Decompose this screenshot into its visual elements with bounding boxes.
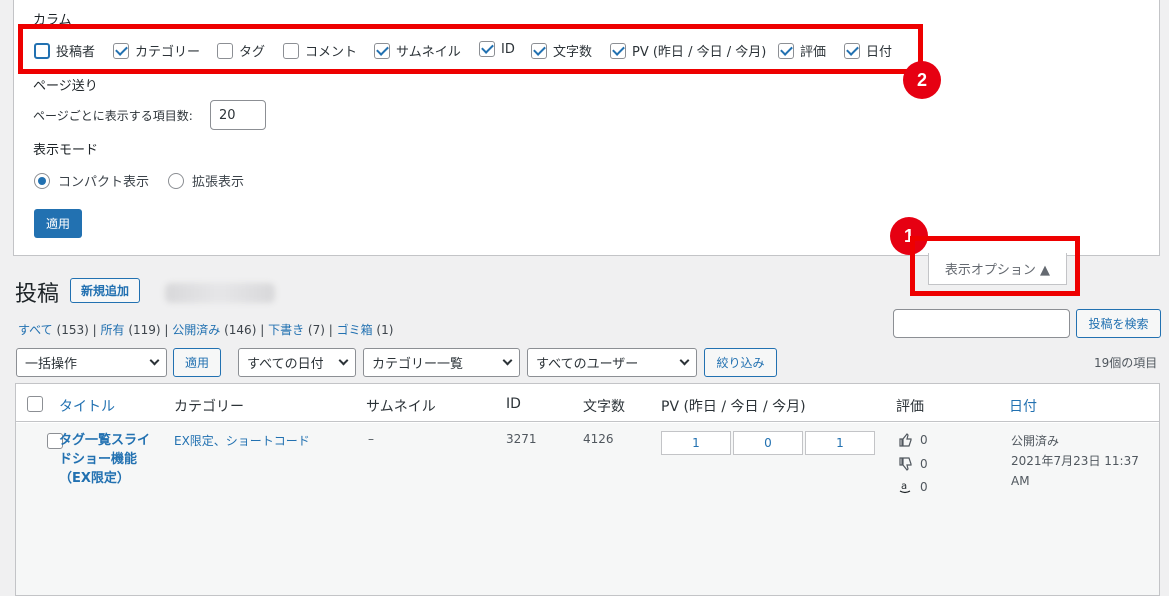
header-thumbnail: サムネイル	[366, 399, 436, 415]
header-date[interactable]: 日付	[1009, 396, 1037, 416]
item-count: 19個の項目	[1094, 356, 1158, 370]
view-mode-label: 表示モード	[33, 143, 99, 158]
radio-compact[interactable]	[34, 172, 50, 189]
pv-yesterday: 1	[661, 431, 731, 455]
screen-options-apply-button[interactable]: 適用	[34, 209, 82, 238]
search-input[interactable]	[893, 309, 1070, 338]
per-page-label: ページごとに表示する項目数:	[33, 109, 193, 123]
row-chars: 4126	[583, 432, 614, 446]
header-chars: 文字数	[583, 399, 625, 415]
chevron-down-icon	[338, 355, 349, 366]
row-date-value: 2021年7月23日 11:37 AM	[1011, 454, 1139, 488]
row-status: 公開済み	[1011, 434, 1060, 448]
posts-table: タイトル カテゴリー サムネイル ID 文字数 PV (昨日 / 今日 / 今月…	[15, 383, 1160, 596]
filter-draft[interactable]: 下書き	[268, 323, 304, 337]
pv-today: 0	[733, 431, 803, 455]
row-id: 3271	[506, 432, 537, 446]
filter-published[interactable]: 公開済み	[172, 323, 220, 337]
chevron-down-icon	[149, 355, 160, 366]
pagination-label: ページ送り	[33, 79, 98, 94]
rating-amazon: a 0	[898, 480, 928, 494]
row-thumbnail: –	[368, 432, 374, 446]
view-mode-compact[interactable]: コンパクト表示	[34, 171, 149, 190]
annotation-box-columns	[18, 24, 923, 74]
filter-trash[interactable]: ゴミ箱	[337, 323, 373, 337]
svg-text:a: a	[901, 481, 907, 492]
rating-likes: 0	[898, 433, 928, 447]
select-all-checkbox[interactable]	[27, 396, 43, 412]
bulk-action-select[interactable]: 一括操作	[16, 348, 167, 377]
radio-extended[interactable]	[168, 172, 184, 189]
search-posts-button[interactable]: 投稿を検索	[1076, 309, 1161, 338]
filter-all[interactable]: すべて	[18, 323, 53, 337]
row-title-link[interactable]: タグ一覧スライドショー機能（EX限定）	[59, 431, 159, 488]
row-date: 公開済み 2021年7月23日 11:37 AM	[1011, 431, 1151, 491]
blurred-notice	[165, 283, 275, 303]
header-rating: 評価	[896, 399, 924, 415]
per-page-input[interactable]: 20	[210, 100, 266, 130]
header-category: カテゴリー	[174, 399, 244, 415]
date-filter-select[interactable]: すべての日付	[238, 348, 356, 377]
pv-month: 1	[805, 431, 875, 455]
screen-options-toggle-button[interactable]: 表示オプション ▲	[928, 253, 1067, 285]
chevron-down-icon	[679, 355, 690, 366]
filter-mine[interactable]: 所有	[100, 323, 124, 337]
user-filter-select[interactable]: すべてのユーザー	[527, 348, 697, 377]
add-new-button[interactable]: 新規追加	[70, 278, 140, 303]
category-filter-select[interactable]: カテゴリー一覧	[363, 348, 520, 377]
header-pv: PV (昨日 / 今日 / 今月)	[661, 399, 806, 415]
header-title[interactable]: タイトル	[59, 396, 115, 416]
view-mode-extended[interactable]: 拡張表示	[168, 171, 244, 190]
header-id: ID	[506, 396, 521, 412]
row-category[interactable]: EX限定、ショートコード	[174, 432, 310, 449]
bulk-apply-button[interactable]: 適用	[173, 348, 221, 377]
post-status-filters: すべて (153) | 所有 (119) | 公開済み (146) | 下書き …	[18, 323, 394, 337]
amazon-icon: a	[899, 481, 911, 494]
thumbs-up-icon	[899, 433, 912, 447]
annotation-badge-2: 2	[903, 61, 941, 99]
rating-dislikes: 0	[898, 457, 928, 471]
filter-button[interactable]: 絞り込み	[704, 348, 777, 377]
thumbs-down-icon	[899, 457, 912, 471]
page-title: 投稿	[15, 282, 60, 307]
chevron-down-icon	[502, 355, 513, 366]
